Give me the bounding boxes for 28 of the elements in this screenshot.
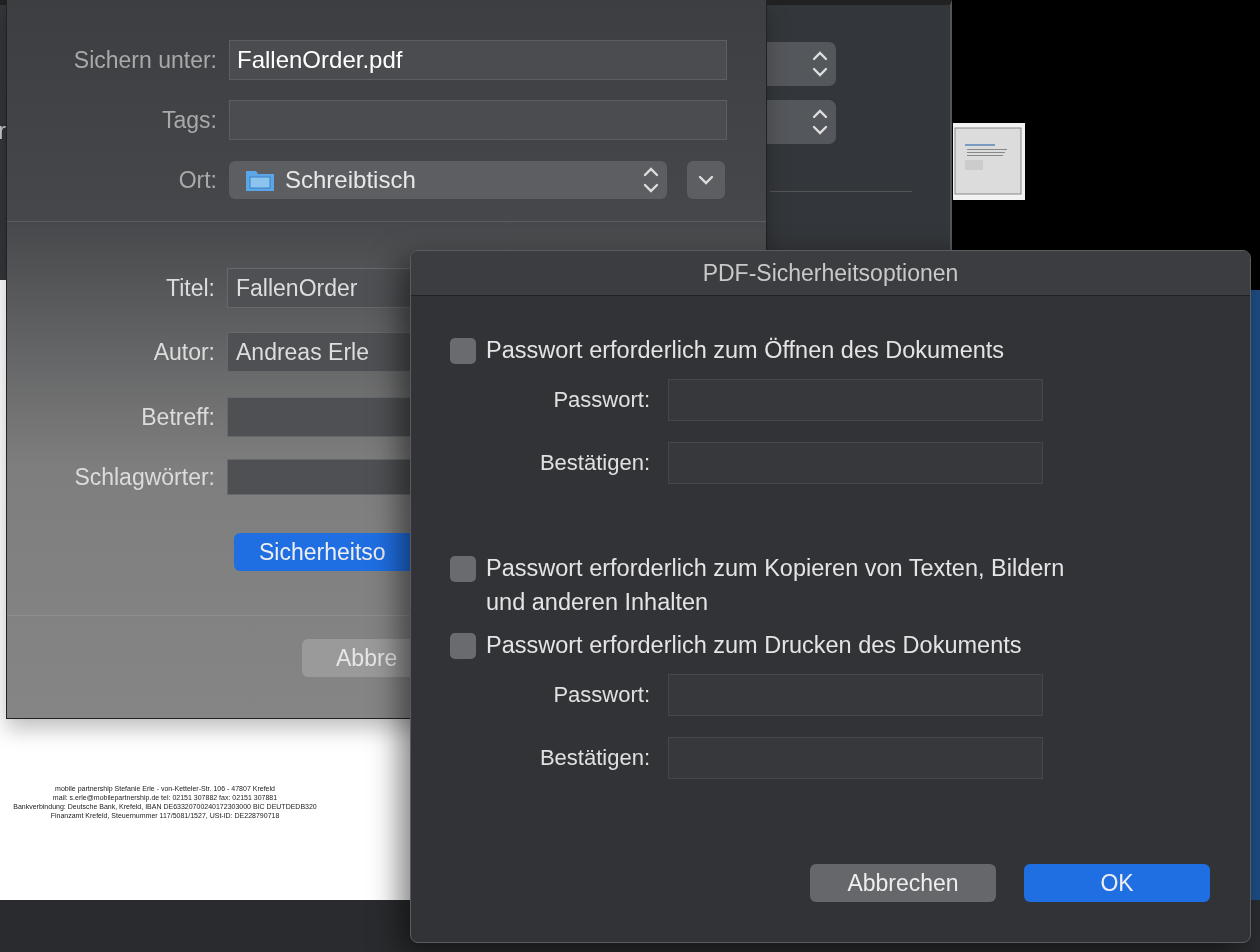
- filename-field[interactable]: FallenOrder.pdf: [229, 40, 727, 80]
- option-label: Passwort erforderlich zum Öffnen des Dokuments: [486, 336, 1006, 365]
- field-label: Titel:: [165, 274, 216, 302]
- field-label: Autor:: [152, 338, 216, 366]
- field-label: Betreff:: [140, 403, 216, 431]
- expand-button[interactable]: [687, 161, 725, 199]
- checkbox[interactable]: [450, 556, 476, 582]
- field-label: Sichern unter:: [72, 46, 218, 74]
- dialog-title: PDF-Sicherheitsoptionen: [411, 251, 1250, 296]
- stepper-arrows-icon: [812, 51, 828, 77]
- location-popup[interactable]: Schreibtisch: [229, 161, 667, 199]
- field-label: Tags:: [161, 106, 218, 134]
- field-label: Schlagwörter:: [73, 463, 216, 491]
- ok-button[interactable]: OK: [1024, 864, 1210, 902]
- field-label: Passwort:: [552, 387, 651, 413]
- stepper-arrows-icon: [812, 109, 828, 135]
- chevron-down-icon: [698, 175, 714, 185]
- label-fragment: r: [0, 117, 6, 145]
- checkbox[interactable]: [450, 633, 476, 659]
- field-label: Passwort:: [552, 682, 651, 708]
- checkbox[interactable]: [450, 338, 476, 364]
- stepper-arrows-icon: [643, 167, 659, 193]
- tags-field[interactable]: [229, 100, 727, 140]
- field-label: Bestätigen:: [538, 450, 651, 476]
- cancel-button[interactable]: Abbrechen: [810, 864, 996, 902]
- folder-icon: [245, 168, 275, 192]
- field-label: Ort:: [177, 166, 218, 194]
- field-label: Bestätigen:: [538, 745, 651, 771]
